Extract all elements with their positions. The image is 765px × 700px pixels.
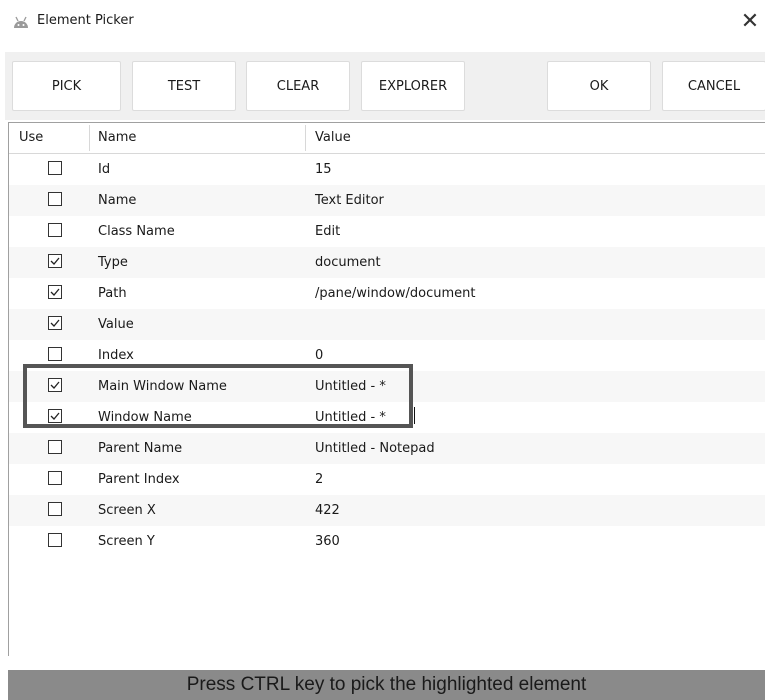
title-bar: Element Picker ✕ xyxy=(0,0,765,46)
property-name: Id xyxy=(98,162,111,177)
property-name: Name xyxy=(98,193,137,208)
grid-rows: Id 15 Name Text Editor Class Name Edit Type doc… xyxy=(9,154,765,557)
table-row[interactable]: Class Name Edit xyxy=(9,216,765,247)
property-name: Class Name xyxy=(98,224,175,239)
use-checkbox[interactable] xyxy=(48,316,62,330)
property-value[interactable]: 2 xyxy=(315,464,323,495)
table-row[interactable]: Parent Index 2 xyxy=(9,464,765,495)
table-row[interactable]: Path/pane/window/document xyxy=(9,278,765,309)
checkmark-icon xyxy=(50,381,60,389)
property-name: Parent Name xyxy=(98,441,183,456)
properties-grid: Use Name Value Id 15 Name Text Editor Class … xyxy=(8,122,765,656)
use-checkbox[interactable] xyxy=(48,471,62,485)
use-checkbox[interactable] xyxy=(48,223,62,237)
property-value[interactable]: Edit xyxy=(315,216,340,247)
property-value[interactable]: Untitled - Notepad xyxy=(315,433,435,464)
property-name: Parent Index xyxy=(98,472,180,487)
property-name: Screen X xyxy=(98,503,156,518)
use-checkbox[interactable] xyxy=(48,409,62,423)
android-icon xyxy=(14,16,28,28)
property-value[interactable]: Untitled - * xyxy=(315,402,386,433)
column-divider[interactable] xyxy=(89,125,90,151)
table-row[interactable]: Screen Y 360 xyxy=(9,526,765,557)
close-icon: ✕ xyxy=(740,9,760,34)
explorer-button[interactable]: EXPLORER xyxy=(361,61,465,111)
ok-button[interactable]: OK xyxy=(547,61,651,111)
column-divider[interactable] xyxy=(305,125,306,151)
use-checkbox[interactable] xyxy=(48,440,62,454)
use-checkbox[interactable] xyxy=(48,254,62,268)
property-value[interactable]: /pane/window/document xyxy=(315,278,476,309)
table-row[interactable]: Parent Name Untitled - Notepad xyxy=(9,433,765,464)
property-value[interactable]: 15 xyxy=(315,154,332,185)
use-checkbox[interactable] xyxy=(48,502,62,516)
checkmark-icon xyxy=(50,412,60,420)
property-name: Index xyxy=(98,348,134,363)
cancel-button[interactable]: CANCEL xyxy=(662,61,765,111)
property-name: Path xyxy=(98,286,127,301)
property-value[interactable]: Untitled - * xyxy=(315,371,386,402)
use-checkbox[interactable] xyxy=(48,192,62,206)
toolbar: PICK TEST CLEAR EXPLORER OK CANCEL xyxy=(5,52,765,120)
property-value[interactable]: 422 xyxy=(315,495,340,526)
property-name: Type xyxy=(98,255,128,270)
property-name: Main Window Name xyxy=(98,379,227,394)
use-checkbox[interactable] xyxy=(48,533,62,547)
pick-button[interactable]: PICK xyxy=(12,61,121,111)
property-value[interactable]: 360 xyxy=(315,526,340,557)
header-name[interactable]: Name xyxy=(98,123,136,153)
property-name: Window Name xyxy=(98,410,192,425)
property-value[interactable]: 0 xyxy=(315,340,323,371)
table-row[interactable]: Index 0 xyxy=(9,340,765,371)
window-title: Element Picker xyxy=(37,13,134,28)
checkmark-icon xyxy=(50,319,60,327)
table-row[interactable]: Type document xyxy=(9,247,765,278)
use-checkbox[interactable] xyxy=(48,161,62,175)
table-row[interactable]: Main Window Name Untitled - * xyxy=(9,371,765,402)
table-row[interactable]: Value xyxy=(9,309,765,340)
checkmark-icon xyxy=(50,257,60,265)
status-bar: Press CTRL key to pick the highlighted e… xyxy=(8,670,765,700)
checkmark-icon xyxy=(50,288,60,296)
table-row[interactable]: Id 15 xyxy=(9,154,765,185)
grid-header: Use Name Value xyxy=(9,123,765,154)
close-button[interactable]: ✕ xyxy=(736,8,764,36)
text-cursor xyxy=(414,407,415,424)
table-row[interactable]: Window Name Untitled - * xyxy=(9,402,765,433)
use-checkbox[interactable] xyxy=(48,347,62,361)
use-checkbox[interactable] xyxy=(48,378,62,392)
property-name: Value xyxy=(98,317,134,332)
table-row[interactable]: Screen X 422 xyxy=(9,495,765,526)
header-use[interactable]: Use xyxy=(19,123,43,153)
property-name: Screen Y xyxy=(98,534,155,549)
property-value[interactable]: Text Editor xyxy=(315,185,384,216)
test-button[interactable]: TEST xyxy=(132,61,236,111)
header-value[interactable]: Value xyxy=(315,123,351,153)
table-row[interactable]: Name Text Editor xyxy=(9,185,765,216)
status-text: Press CTRL key to pick the highlighted e… xyxy=(186,674,587,695)
property-value[interactable]: document xyxy=(315,247,381,278)
use-checkbox[interactable] xyxy=(48,285,62,299)
clear-button[interactable]: CLEAR xyxy=(246,61,350,111)
